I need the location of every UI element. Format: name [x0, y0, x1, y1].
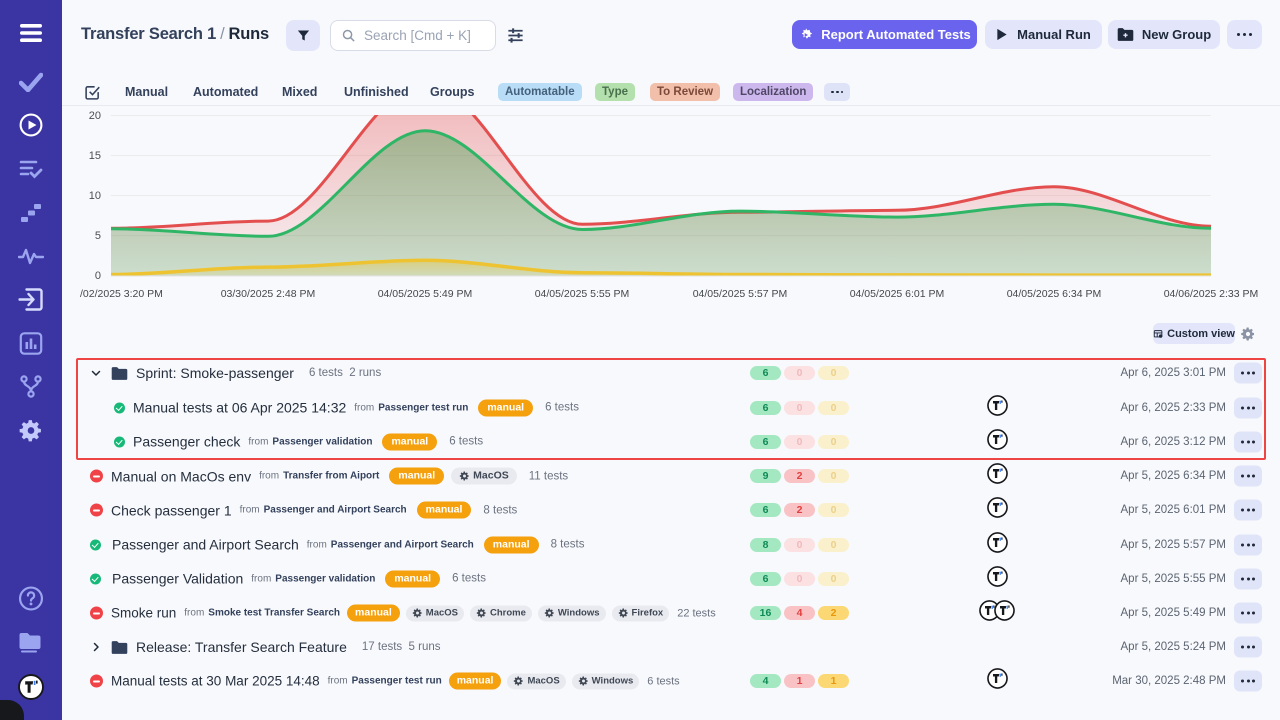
svg-text:04/05/2025 5:55 PM: 04/05/2025 5:55 PM [535, 288, 630, 300]
svg-text:5: 5 [95, 230, 101, 242]
svg-text:0: 0 [95, 270, 101, 282]
svg-text:15: 15 [89, 150, 101, 162]
svg-text:04/05/2025 6:01 PM: 04/05/2025 6:01 PM [850, 288, 945, 300]
svg-text:03/30/2025 2:48 PM: 03/30/2025 2:48 PM [221, 288, 316, 300]
svg-text:/02/2025 3:20 PM: /02/2025 3:20 PM [80, 288, 163, 300]
svg-text:04/06/2025 2:33 PM: 04/06/2025 2:33 PM [1164, 288, 1259, 300]
svg-text:04/05/2025 6:34 PM: 04/05/2025 6:34 PM [1007, 288, 1102, 300]
svg-text:20: 20 [89, 110, 101, 122]
svg-text:04/05/2025 5:57 PM: 04/05/2025 5:57 PM [693, 288, 788, 300]
svg-text:10: 10 [89, 190, 101, 202]
svg-text:04/05/2025 5:49 PM: 04/05/2025 5:49 PM [378, 288, 473, 300]
